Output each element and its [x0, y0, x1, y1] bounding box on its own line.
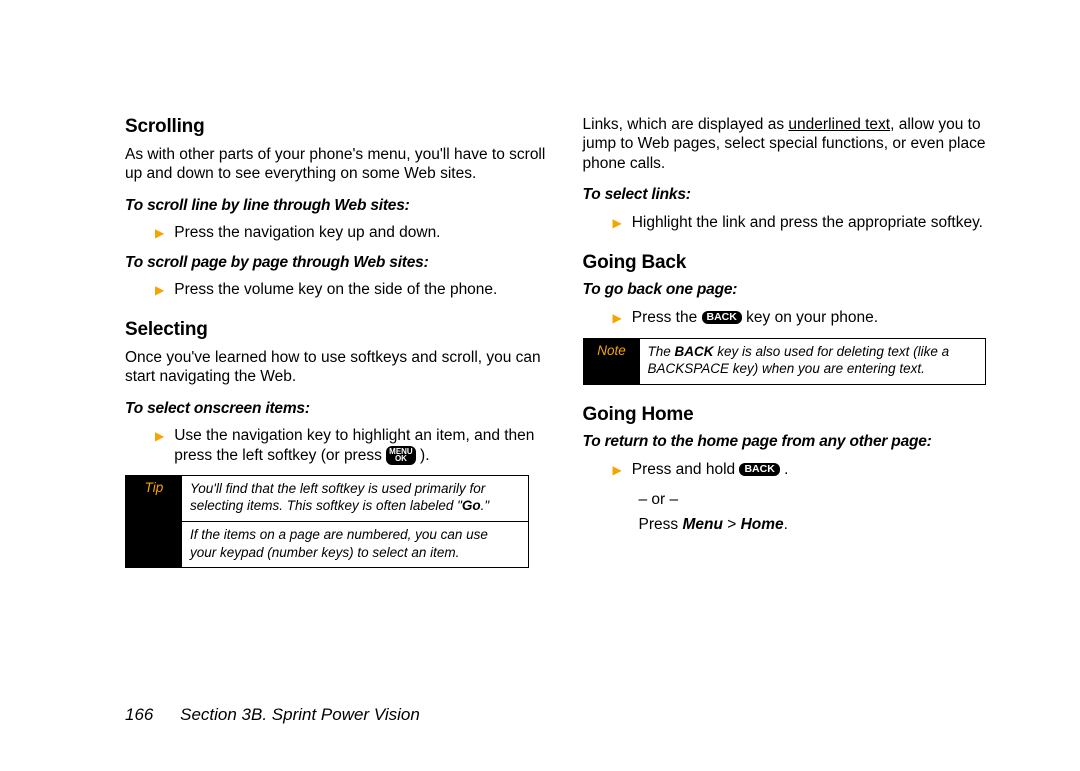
body-text: As with other parts of your phone's menu… — [125, 145, 553, 184]
tip-text: You'll find that the left softkey is use… — [182, 476, 528, 521]
triangle-bullet-icon: ▶ — [613, 308, 622, 328]
tip-text: If the items on a page are numbered, you… — [182, 522, 528, 567]
back-key-icon: BACK — [739, 463, 779, 476]
text-part: . — [784, 516, 788, 533]
note-text-part: The — [648, 344, 675, 359]
text-part: Links, which are displayed as — [583, 116, 789, 133]
tip-label-empty — [126, 522, 182, 567]
text-leading: Press the — [632, 309, 702, 326]
note-label: Note — [584, 339, 640, 384]
bullet-item: ▶ Highlight the link and press the appro… — [613, 213, 1011, 233]
menu-ok-key-icon: MENUOK — [386, 446, 416, 465]
right-column: Links, which are displayed as underlined… — [583, 115, 1011, 576]
bullet-item: ▶ Press and hold BACK . — [613, 460, 1011, 480]
menu-item-bold: Menu — [682, 516, 722, 533]
back-key-icon: BACK — [702, 311, 742, 324]
subheading: To return to the home page from any othe… — [583, 432, 1011, 451]
triangle-bullet-icon: ▶ — [155, 426, 164, 446]
heading-scrolling: Scrolling — [125, 115, 553, 139]
subheading: To scroll page by page through Web sites… — [125, 253, 553, 272]
left-column: Scrolling As with other parts of your ph… — [125, 115, 553, 576]
bullet-text: Use the navigation key to highlight an i… — [174, 426, 552, 465]
tip-box: Tip You'll find that the left softkey is… — [125, 475, 529, 568]
tip-text-bold: Go — [462, 498, 481, 513]
triangle-bullet-icon: ▶ — [613, 213, 622, 233]
triangle-bullet-icon: ▶ — [155, 223, 164, 243]
bullet-item: ▶ Press the navigation key up and down. — [155, 223, 553, 243]
text-trailing: key on your phone. — [746, 309, 878, 326]
heading-selecting: Selecting — [125, 318, 553, 342]
heading-going-back: Going Back — [583, 251, 1011, 275]
section-title: Section 3B. Sprint Power Vision — [180, 705, 420, 724]
heading-going-home: Going Home — [583, 403, 1011, 427]
body-text: Once you've learned how to use softkeys … — [125, 348, 553, 387]
page-footer: 166 Section 3B. Sprint Power Vision — [125, 705, 420, 725]
triangle-bullet-icon: ▶ — [613, 460, 622, 480]
bullet-text: Press the volume key on the side of the … — [174, 280, 552, 299]
tip-text-part: ." — [481, 498, 490, 513]
tip-label: Tip — [126, 476, 182, 521]
subheading: To go back one page: — [583, 280, 1011, 299]
note-row: Note The BACK key is also used for delet… — [584, 339, 986, 384]
text-leading: Press and hold — [632, 461, 740, 478]
bullet-item: ▶ Press the BACK key on your phone. — [613, 308, 1011, 328]
note-text: The BACK key is also used for deleting t… — [640, 339, 986, 384]
bullet-text: Press and hold BACK . — [632, 460, 1010, 479]
bullet-text: Highlight the link and press the appropr… — [632, 213, 1010, 232]
text-part: Press — [639, 516, 683, 533]
text-part: > — [723, 516, 741, 533]
body-text: Links, which are displayed as underlined… — [583, 115, 1011, 173]
subheading: To scroll line by line through Web sites… — [125, 196, 553, 215]
text-trailing: ). — [420, 447, 429, 464]
bullet-item: ▶ Use the navigation key to highlight an… — [155, 426, 553, 465]
tip-row: Tip You'll find that the left softkey is… — [126, 476, 528, 521]
bullet-text: Press the BACK key on your phone. — [632, 308, 1010, 327]
tip-row: If the items on a page are numbered, you… — [126, 521, 528, 567]
menu-item-bold: Home — [741, 516, 784, 533]
tip-text-part: You'll find that the left softkey is use… — [190, 481, 485, 514]
subheading: To select links: — [583, 185, 1011, 204]
page-number: 166 — [125, 705, 153, 724]
bullet-text: Press the navigation key up and down. — [174, 223, 552, 242]
page-content: Scrolling As with other parts of your ph… — [0, 0, 1080, 576]
note-text-bold: BACK — [675, 344, 714, 359]
underlined-text: underlined text — [788, 116, 890, 133]
text-leading: Use the navigation key to highlight an i… — [174, 427, 534, 463]
subheading: To select onscreen items: — [125, 399, 553, 418]
note-box: Note The BACK key is also used for delet… — [583, 338, 987, 385]
text-trailing: . — [784, 461, 788, 478]
triangle-bullet-icon: ▶ — [155, 280, 164, 300]
bullet-item: ▶ Press the volume key on the side of th… — [155, 280, 553, 300]
or-separator: – or – — [639, 490, 1011, 509]
menu-path: Press Menu > Home. — [639, 515, 1011, 534]
